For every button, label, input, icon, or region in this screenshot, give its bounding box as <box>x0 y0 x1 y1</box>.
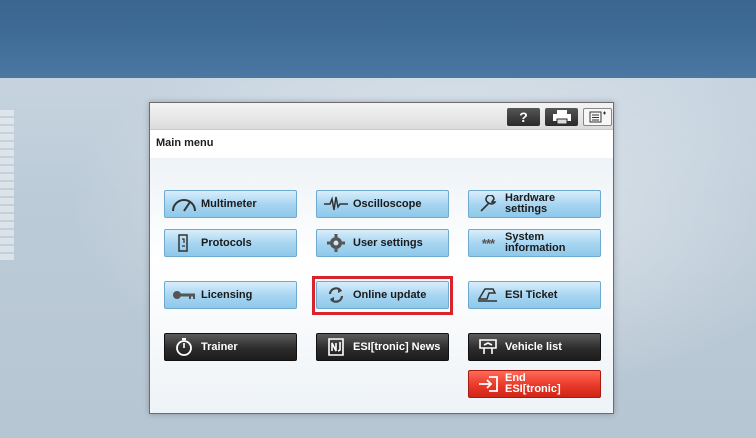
user-settings-button[interactable]: User settings <box>316 229 449 257</box>
oscilloscope-button[interactable]: Oscilloscope <box>316 190 449 218</box>
vehicle-list-button[interactable]: Vehicle list <box>468 333 601 361</box>
system-information-button[interactable]: *** System information <box>468 229 601 257</box>
licensing-button[interactable]: Licensing <box>164 281 297 309</box>
waveform-icon <box>323 194 349 214</box>
list-button[interactable] <box>583 108 612 126</box>
trainer-button[interactable]: Trainer <box>164 333 297 361</box>
multimeter-button[interactable]: Multimeter <box>164 190 297 218</box>
help-button[interactable]: ? <box>507 108 540 126</box>
vehicle-list-icon <box>475 337 501 357</box>
wrench-icon <box>475 194 501 214</box>
asterisks-icon: *** <box>481 235 495 251</box>
window-titlebar: ? <box>150 103 613 129</box>
banner-title-fragment <box>0 0 260 26</box>
refresh-icon <box>323 285 349 305</box>
esi-ticket-button[interactable]: ESI Ticket <box>468 281 601 309</box>
key-icon <box>171 285 197 305</box>
esitronic-news-button[interactable]: ESI[tronic] News <box>316 333 449 361</box>
page-title: Main menu <box>156 137 214 149</box>
gear-icon <box>323 233 349 253</box>
background-left-strip <box>0 110 14 260</box>
menu-header: Main menu <box>150 129 613 159</box>
list-icon <box>589 111 606 123</box>
document-icon <box>171 233 197 253</box>
protocols-button[interactable]: Protocols <box>164 229 297 257</box>
online-update-button[interactable]: Online update <box>316 281 449 309</box>
gauge-icon <box>171 194 197 214</box>
end-esitronic-button[interactable]: End ESI[tronic] <box>468 370 601 398</box>
ticket-icon <box>475 285 501 305</box>
stopwatch-icon <box>171 337 197 357</box>
main-menu-window: ? Main menu <box>149 102 614 414</box>
print-button[interactable] <box>545 108 578 126</box>
printer-icon <box>552 110 571 124</box>
help-icon: ? <box>519 109 528 125</box>
news-icon <box>323 337 349 357</box>
exit-icon <box>475 374 501 394</box>
hardware-settings-button[interactable]: Hardware settings <box>468 190 601 218</box>
